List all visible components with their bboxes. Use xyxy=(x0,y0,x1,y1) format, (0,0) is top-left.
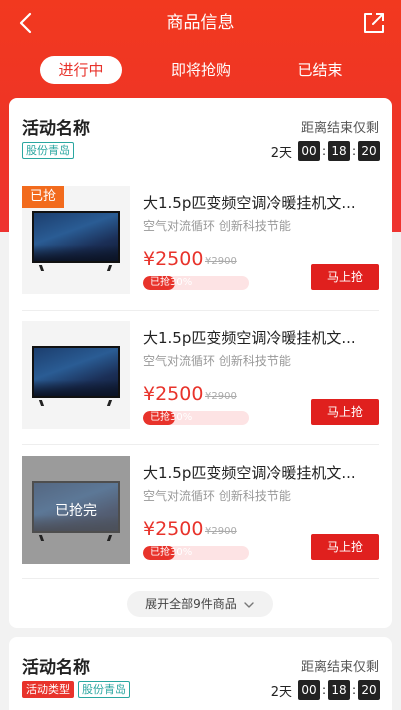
sales-progress-bar: 已抢30% xyxy=(143,546,249,560)
product-title[interactable]: 大1.5p匹变频空调冷暖挂机文... xyxy=(143,327,379,348)
expand-label: 展开全部9件商品 xyxy=(145,597,237,611)
timer-days: 2天 xyxy=(270,684,292,700)
tv-stand xyxy=(38,265,45,271)
product-price: ¥2500 xyxy=(143,383,204,405)
top-bar: 商品信息 xyxy=(0,0,401,46)
product-title[interactable]: 大1.5p匹变频空调冷暖挂机文... xyxy=(143,192,379,213)
tv-stand xyxy=(106,265,113,271)
divider xyxy=(22,444,379,445)
timer-separator: : xyxy=(321,683,327,697)
countdown-label: 距离结束仅剩 xyxy=(300,660,379,675)
activity-name: 活动名称 xyxy=(22,119,90,139)
product-subtitle: 空气对流循环 创新科技节能 xyxy=(143,219,291,233)
original-price: ¥2900 xyxy=(205,391,237,402)
tab-ongoing[interactable]: 进行中 xyxy=(40,56,122,84)
timer-separator: : xyxy=(321,144,327,158)
divider xyxy=(22,578,379,579)
product-subtitle: 空气对流循环 创新科技节能 xyxy=(143,354,291,368)
progress-text: 已抢30% xyxy=(150,547,193,558)
status-tabs: 进行中 即将抢购 已结束 xyxy=(0,56,401,86)
page-title: 商品信息 xyxy=(166,13,235,33)
countdown-timer: 2天 00 : 18 : 20 xyxy=(271,141,380,161)
tv-stand xyxy=(106,400,113,406)
product-image[interactable]: 已抢 xyxy=(22,186,130,294)
product-price: ¥2500 xyxy=(143,518,204,540)
product-item[interactable]: 大1.5p匹变频空调冷暖挂机文... 空气对流循环 创新科技节能 ¥2500 ¥… xyxy=(9,321,392,447)
timer-days: 2天 xyxy=(270,145,292,161)
share-icon[interactable] xyxy=(361,10,387,36)
timer-seconds: 20 xyxy=(358,680,380,700)
timer-minutes: 18 xyxy=(328,141,350,161)
countdown-label: 距离结束仅剩 xyxy=(300,121,379,136)
product-subtitle: 空气对流循环 创新科技节能 xyxy=(143,489,291,503)
timer-separator: : xyxy=(351,683,357,697)
timer-seconds: 20 xyxy=(358,141,380,161)
sales-progress-bar: 已抢30% xyxy=(143,411,249,425)
original-price: ¥2900 xyxy=(205,256,237,267)
chevron-down-icon xyxy=(244,601,254,608)
product-title[interactable]: 大1.5p匹变频空调冷暖挂机文... xyxy=(143,462,379,483)
activity-type-tag: 活动类型 xyxy=(22,681,74,698)
buy-now-button[interactable]: 马上抢 xyxy=(311,534,379,560)
activity-card: 活动名称 距离结束仅剩 活动类型 股份青岛 2天 00 : 18 : 20 xyxy=(9,637,392,710)
timer-hours: 00 xyxy=(298,141,320,161)
activity-tag: 股份青岛 xyxy=(78,681,130,698)
activity-tag: 股份青岛 xyxy=(22,142,74,159)
product-price: ¥2500 xyxy=(143,248,204,270)
product-item[interactable]: 已抢 大1.5p匹变频空调冷暖挂机文... 空气对流循环 创新科技节能 ¥250… xyxy=(9,186,392,312)
progress-text: 已抢30% xyxy=(150,277,193,288)
buy-now-button[interactable]: 马上抢 xyxy=(311,264,379,290)
tv-image xyxy=(32,346,120,398)
tab-ended[interactable]: 已结束 xyxy=(279,56,361,84)
product-item[interactable]: 已抢完 大1.5p匹变频空调冷暖挂机文... 空气对流循环 创新科技节能 ¥25… xyxy=(9,456,392,582)
timer-separator: : xyxy=(351,144,357,158)
countdown-timer: 2天 00 : 18 : 20 xyxy=(271,680,380,700)
original-price: ¥2900 xyxy=(205,526,237,537)
timer-hours: 00 xyxy=(298,680,320,700)
tv-stand xyxy=(38,400,45,406)
progress-text: 已抢30% xyxy=(150,412,193,423)
tab-upcoming[interactable]: 即将抢购 xyxy=(160,56,242,84)
activity-card: 活动名称 距离结束仅剩 股份青岛 2天 00 : 18 : 20 已抢 大1.5… xyxy=(9,98,392,628)
buy-now-button[interactable]: 马上抢 xyxy=(311,399,379,425)
activity-name: 活动名称 xyxy=(22,658,90,678)
product-image[interactable] xyxy=(22,321,130,429)
product-image[interactable]: 已抢完 xyxy=(22,456,130,564)
expand-all-button[interactable]: 展开全部9件商品 xyxy=(127,591,273,617)
timer-minutes: 18 xyxy=(328,680,350,700)
tv-image xyxy=(32,211,120,263)
divider xyxy=(22,310,379,311)
sales-progress-bar: 已抢30% xyxy=(143,276,249,290)
grabbed-badge: 已抢 xyxy=(22,186,64,208)
sold-out-label: 已抢完 xyxy=(55,503,97,519)
